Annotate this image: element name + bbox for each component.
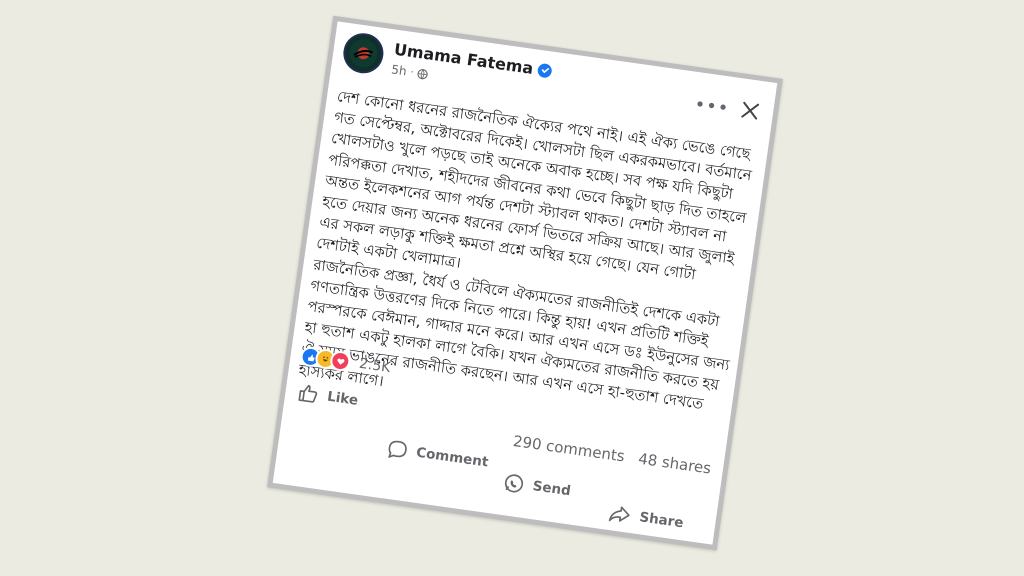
send-icon (504, 474, 524, 493)
like-icon (298, 384, 318, 403)
post-body-text: দেশ কোনো ধরনের রাজনৈতিক ঐক্যের পথে নাই। … (297, 88, 753, 414)
verified-badge-icon (537, 62, 553, 79)
love-reaction-icon (329, 349, 352, 373)
post-stats: 290 comments 48 shares (512, 432, 712, 478)
close-icon (741, 101, 760, 120)
send-button[interactable]: Send (502, 471, 573, 502)
globe-icon (417, 68, 429, 80)
share-label: Share (638, 509, 685, 532)
meta-separator: · (409, 66, 415, 78)
comment-button[interactable]: Comment (385, 437, 490, 473)
comment-count[interactable]: 290 comments (512, 432, 626, 465)
avatar-logo (349, 39, 378, 68)
reaction-count[interactable]: 2.5K (358, 356, 391, 376)
post-meta: 5h · (390, 62, 429, 81)
close-button[interactable] (735, 96, 764, 125)
share-count[interactable]: 48 shares (637, 450, 712, 478)
comment-label: Comment (415, 444, 490, 471)
avatar[interactable] (340, 30, 386, 76)
like-label: Like (326, 388, 360, 409)
facebook-post-card: Umama Fatema 5h · ••• দেশ কোনো ধরনের রাজ… (272, 21, 778, 545)
share-button[interactable]: Share (606, 502, 685, 534)
comment-icon (388, 440, 407, 458)
more-icon: ••• (693, 93, 731, 120)
post-time[interactable]: 5h (390, 62, 407, 78)
screenshot-frame: Umama Fatema 5h · ••• দেশ কোনো ধরনের রাজ… (267, 15, 783, 551)
share-icon (608, 506, 630, 522)
more-options-button[interactable]: ••• (693, 94, 730, 120)
send-label: Send (531, 478, 572, 500)
